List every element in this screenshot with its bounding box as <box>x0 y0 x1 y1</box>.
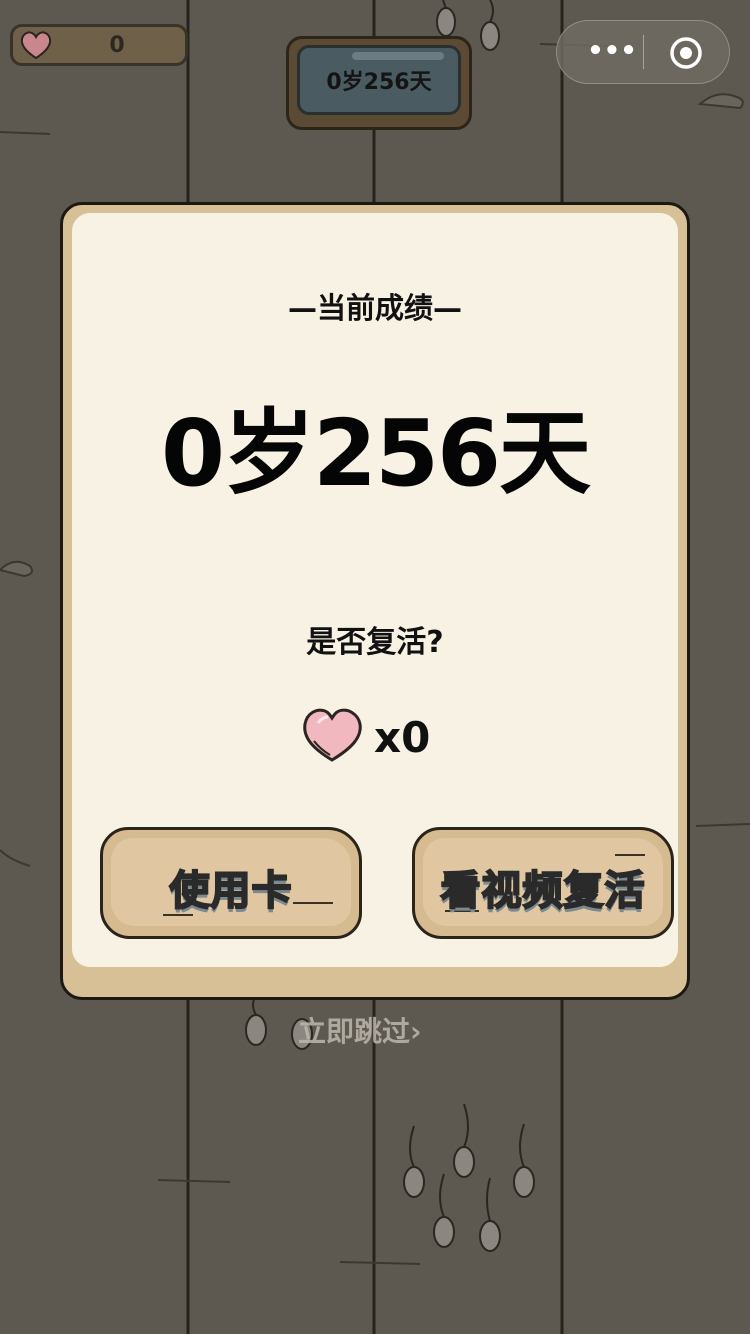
hearts-count: 0 <box>109 33 125 58</box>
watch-video-revive-button[interactable]: 看视频复活 <box>412 827 674 939</box>
skip-button[interactable]: 立即跳过› <box>298 1010 458 1050</box>
heart-icon <box>303 708 362 762</box>
revive-question: 是否复活? <box>306 625 444 660</box>
miniprogram-capsule: ••• <box>556 20 730 84</box>
watch-video-label: 看视频复活 <box>440 867 646 915</box>
use-card-label: 使用卡 <box>169 867 293 915</box>
revive-dialog: —当前成绩— 0岁256天 是否复活? x0 使用卡 看视频复活 <box>60 202 690 1000</box>
close-miniprogram-icon[interactable] <box>669 36 703 70</box>
score-plaque: 0岁256天 <box>286 36 472 130</box>
capsule-divider <box>643 35 644 69</box>
score-plaque-screen: 0岁256天 <box>297 45 461 115</box>
current-score-heading: —当前成绩— <box>287 291 462 325</box>
heart-counter: 0 <box>10 24 188 66</box>
stone-scratch <box>615 854 645 856</box>
revive-card-count: x0 <box>300 703 460 767</box>
plaque-shine <box>352 52 444 60</box>
more-menu-button[interactable]: ••• <box>581 38 643 66</box>
revive-card-count-label: x0 <box>374 713 431 762</box>
current-score: 0岁256天 <box>160 400 591 507</box>
heart-icon <box>20 31 52 60</box>
top-score: 0岁256天 <box>326 70 432 95</box>
revive-dialog-panel: —当前成绩— 0岁256天 是否复活? x0 使用卡 看视频复活 <box>72 213 678 967</box>
use-card-button[interactable]: 使用卡 <box>100 827 362 939</box>
